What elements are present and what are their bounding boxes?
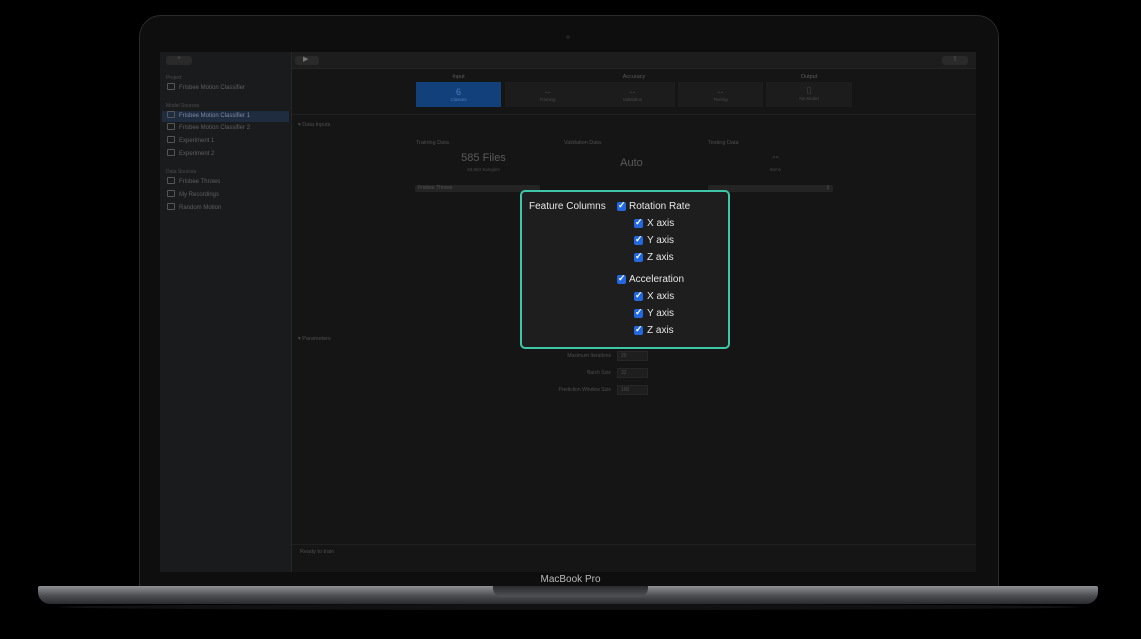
max-iterations-input[interactable]: 20 <box>617 351 648 361</box>
acceleration-x-checkbox[interactable] <box>634 290 643 301</box>
rotation-rate-label: Rotation Rate <box>629 201 691 212</box>
model-icon <box>167 136 175 143</box>
testing-caption: Items <box>769 167 781 172</box>
output-card[interactable]: ▯ No Model <box>766 82 852 107</box>
status-text: Ready to train <box>300 549 335 555</box>
sidebar-header-sources: Model Sources <box>166 103 200 109</box>
folder-icon <box>167 177 175 184</box>
acceleration-checkbox[interactable] <box>617 273 626 284</box>
model-icon <box>167 111 175 118</box>
feature-columns-title: Feature Columns <box>529 201 606 212</box>
run-button[interactable]: ▶ <box>295 56 319 65</box>
laptop-notch <box>493 586 648 597</box>
training-samples: 93,963 Samples <box>467 167 500 172</box>
camera-dot <box>566 35 570 39</box>
divider <box>292 544 976 545</box>
sidebar-item-source-4[interactable]: Experiment 2 <box>167 149 289 160</box>
sidebar-item-data-2[interactable]: My Recordings <box>167 190 289 201</box>
testing-value: -- <box>772 152 779 163</box>
document-icon: ▯ <box>806 85 812 95</box>
validation-value: Auto <box>620 157 643 169</box>
rotation-y-label: Y axis <box>647 235 675 246</box>
sidebar: + Project Frisbee Motion Classifier Mode… <box>160 52 292 572</box>
rotation-y-checkbox[interactable] <box>634 234 643 245</box>
add-button[interactable]: + <box>166 55 192 65</box>
training-files: 585 Files <box>461 152 506 164</box>
sidebar-item-data-1[interactable]: Frisbee Throws <box>167 177 289 188</box>
prediction-window-label: Prediction Window Size <box>558 387 611 393</box>
max-iterations-label: Maximum Iterations <box>567 353 611 359</box>
chevron-updown-icon: ⇕ <box>825 185 830 191</box>
parameters-section[interactable]: ▾ Parameters <box>298 336 331 342</box>
rotation-z-label: Z axis <box>647 252 674 263</box>
feature-columns-popover: Feature Columns Rotation Rate X axis Y a… <box>520 190 730 349</box>
rotation-x-checkbox[interactable] <box>634 217 643 228</box>
sidebar-item-data-3[interactable]: Random Motion <box>167 203 289 214</box>
device-label: MacBook Pro <box>540 574 601 585</box>
input-card[interactable]: 6 Classes <box>416 82 501 107</box>
laptop-shadow <box>60 604 1080 610</box>
sidebar-item-source-3[interactable]: Experiment 1 <box>167 136 289 147</box>
acceleration-y-checkbox[interactable] <box>634 307 643 318</box>
sidebar-header-data: Data Sources <box>166 169 197 175</box>
play-icon: ▶ <box>303 56 309 63</box>
acceleration-z-checkbox[interactable] <box>634 324 643 335</box>
acceleration-y-label: Y axis <box>647 308 675 319</box>
rotation-z-checkbox[interactable] <box>634 251 643 262</box>
testing-data-label: Testing Data <box>708 140 739 146</box>
document-icon <box>167 83 175 90</box>
training-card[interactable]: -- Training <box>505 82 590 107</box>
folder-icon <box>167 190 175 197</box>
sidebar-item-project[interactable]: Frisbee Motion Classifier <box>167 83 289 94</box>
header-accuracy: Accuracy <box>622 74 646 80</box>
data-inputs-section[interactable]: ▾ Data Inputs <box>298 122 330 128</box>
model-icon <box>167 149 175 156</box>
validation-data-label: Validation Data <box>564 140 601 146</box>
acceleration-z-label: Z axis <box>647 325 674 336</box>
validation-card[interactable]: -- Validation <box>590 82 675 107</box>
divider <box>292 114 976 115</box>
acceleration-label: Acceleration <box>629 274 685 285</box>
acceleration-x-label: X axis <box>647 291 675 302</box>
folder-icon <box>167 203 175 210</box>
header-output: Output <box>800 74 818 80</box>
sidebar-item-source-2[interactable]: Frisbee Motion Classifier 2 <box>167 123 289 134</box>
batch-size-input[interactable]: 32 <box>617 368 648 378</box>
training-data-label: Training Data <box>416 140 449 146</box>
header-input: Input <box>452 74 465 80</box>
toolbar: ▶ ⇧ <box>292 52 976 69</box>
model-icon <box>167 123 175 130</box>
share-icon: ⇧ <box>952 56 958 63</box>
testing-card[interactable]: -- Testing <box>678 82 763 107</box>
share-button[interactable]: ⇧ <box>942 56 968 65</box>
batch-size-label: Batch Size <box>587 370 611 376</box>
sidebar-item-source-1[interactable]: Frisbee Motion Classifier 1 <box>162 111 289 122</box>
rotation-rate-checkbox[interactable] <box>617 200 626 211</box>
prediction-window-input[interactable]: 100 <box>617 385 648 395</box>
sidebar-header-project: Project <box>166 75 182 81</box>
rotation-x-label: X axis <box>647 218 675 229</box>
